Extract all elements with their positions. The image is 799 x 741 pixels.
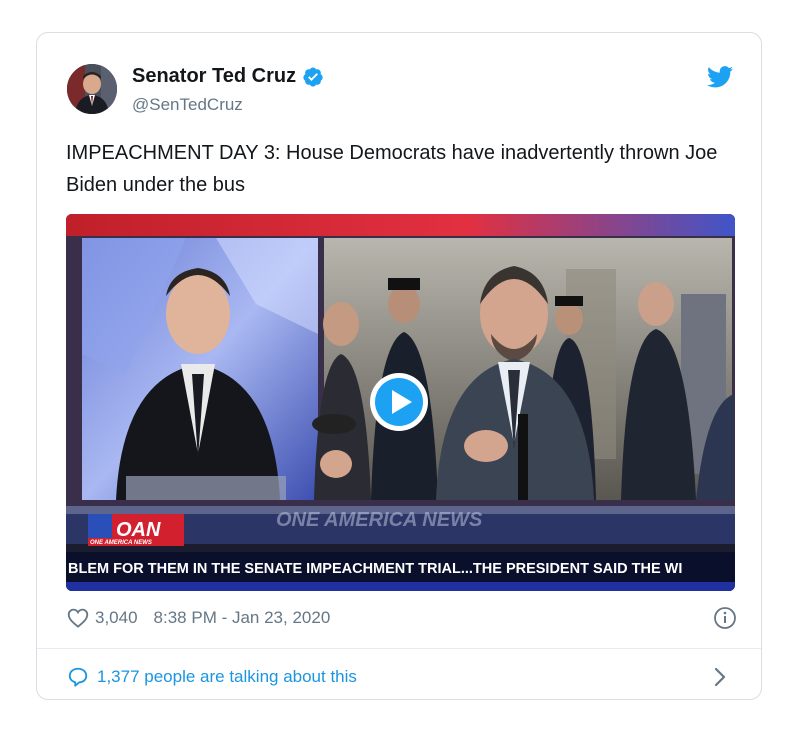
- tweet-meta: 3,040 8:38 PM - Jan 23, 2020: [67, 604, 737, 632]
- play-button-icon[interactable]: [370, 373, 428, 431]
- like-count: 3,040: [95, 608, 138, 627]
- video-thumbnail[interactable]: ONE AMERICA NEWS OAN ONE AMERICA NEWS BL…: [66, 214, 735, 591]
- info-icon[interactable]: [713, 606, 737, 630]
- speech-bubble-icon: [68, 667, 88, 687]
- conversation-link[interactable]: 1,377 people are talking about this: [67, 664, 357, 690]
- watermark-text: ONE AMERICA NEWS: [276, 509, 483, 531]
- author-name-row[interactable]: Senator Ted Cruz: [132, 65, 324, 88]
- author-handle[interactable]: @SenTedCruz: [132, 95, 243, 115]
- verified-badge-icon: [303, 66, 323, 87]
- twitter-bird-icon[interactable]: [707, 66, 733, 88]
- ticker-text: BLEM FOR THEM IN THE SENATE IMPEACHMENT …: [68, 561, 682, 577]
- tweet-text: IMPEACHMENT DAY 3: House Democrats have …: [66, 142, 718, 196]
- tweet-card[interactable]: Senator Ted Cruz @SenTedCruz IMPEACHMENT…: [36, 32, 762, 700]
- heart-icon: [67, 608, 89, 628]
- chevron-right-icon[interactable]: [711, 666, 729, 688]
- tweet-timestamp[interactable]: 8:38 PM - Jan 23, 2020: [154, 608, 331, 628]
- talking-count-text[interactable]: 1,377 people are talking about this: [97, 667, 357, 687]
- network-sub: ONE AMERICA NEWS: [90, 540, 152, 546]
- like-button[interactable]: 3,040: [67, 608, 138, 628]
- author-name[interactable]: Senator Ted Cruz: [132, 65, 296, 88]
- divider: [37, 648, 761, 649]
- avatar[interactable]: [67, 64, 117, 114]
- network-logo: OAN: [116, 519, 161, 541]
